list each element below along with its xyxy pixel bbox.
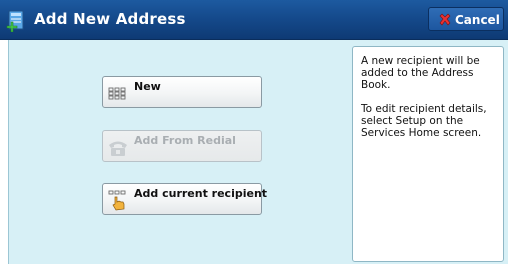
new-label: New bbox=[134, 80, 161, 93]
telephone-icon bbox=[109, 141, 127, 156]
add-from-redial-button[interactable]: Add From Redial bbox=[102, 130, 262, 162]
title-bar: Add New Address Cancel bbox=[0, 0, 508, 40]
page-title: Add New Address bbox=[34, 10, 186, 28]
red-x-icon bbox=[439, 13, 451, 26]
add-from-redial-label: Add From Redial bbox=[134, 134, 236, 147]
info-panel: A new recipient will be added to the Add… bbox=[352, 46, 504, 262]
info-text-add: A new recipient will be added to the Add… bbox=[361, 55, 480, 91]
add-current-recipient-label: Add current recipient bbox=[134, 187, 268, 200]
info-text-edit: To edit recipient details, select Setup … bbox=[361, 103, 487, 139]
keypad-icon bbox=[108, 87, 126, 100]
cancel-label: Cancel bbox=[455, 13, 500, 27]
add-current-recipient-button[interactable]: Add current recipient bbox=[102, 183, 267, 215]
keypad-hand-icon bbox=[108, 190, 126, 211]
new-button[interactable]: New bbox=[102, 76, 262, 108]
address-book-add-icon bbox=[6, 10, 24, 32]
cancel-button[interactable]: Cancel bbox=[428, 7, 504, 31]
